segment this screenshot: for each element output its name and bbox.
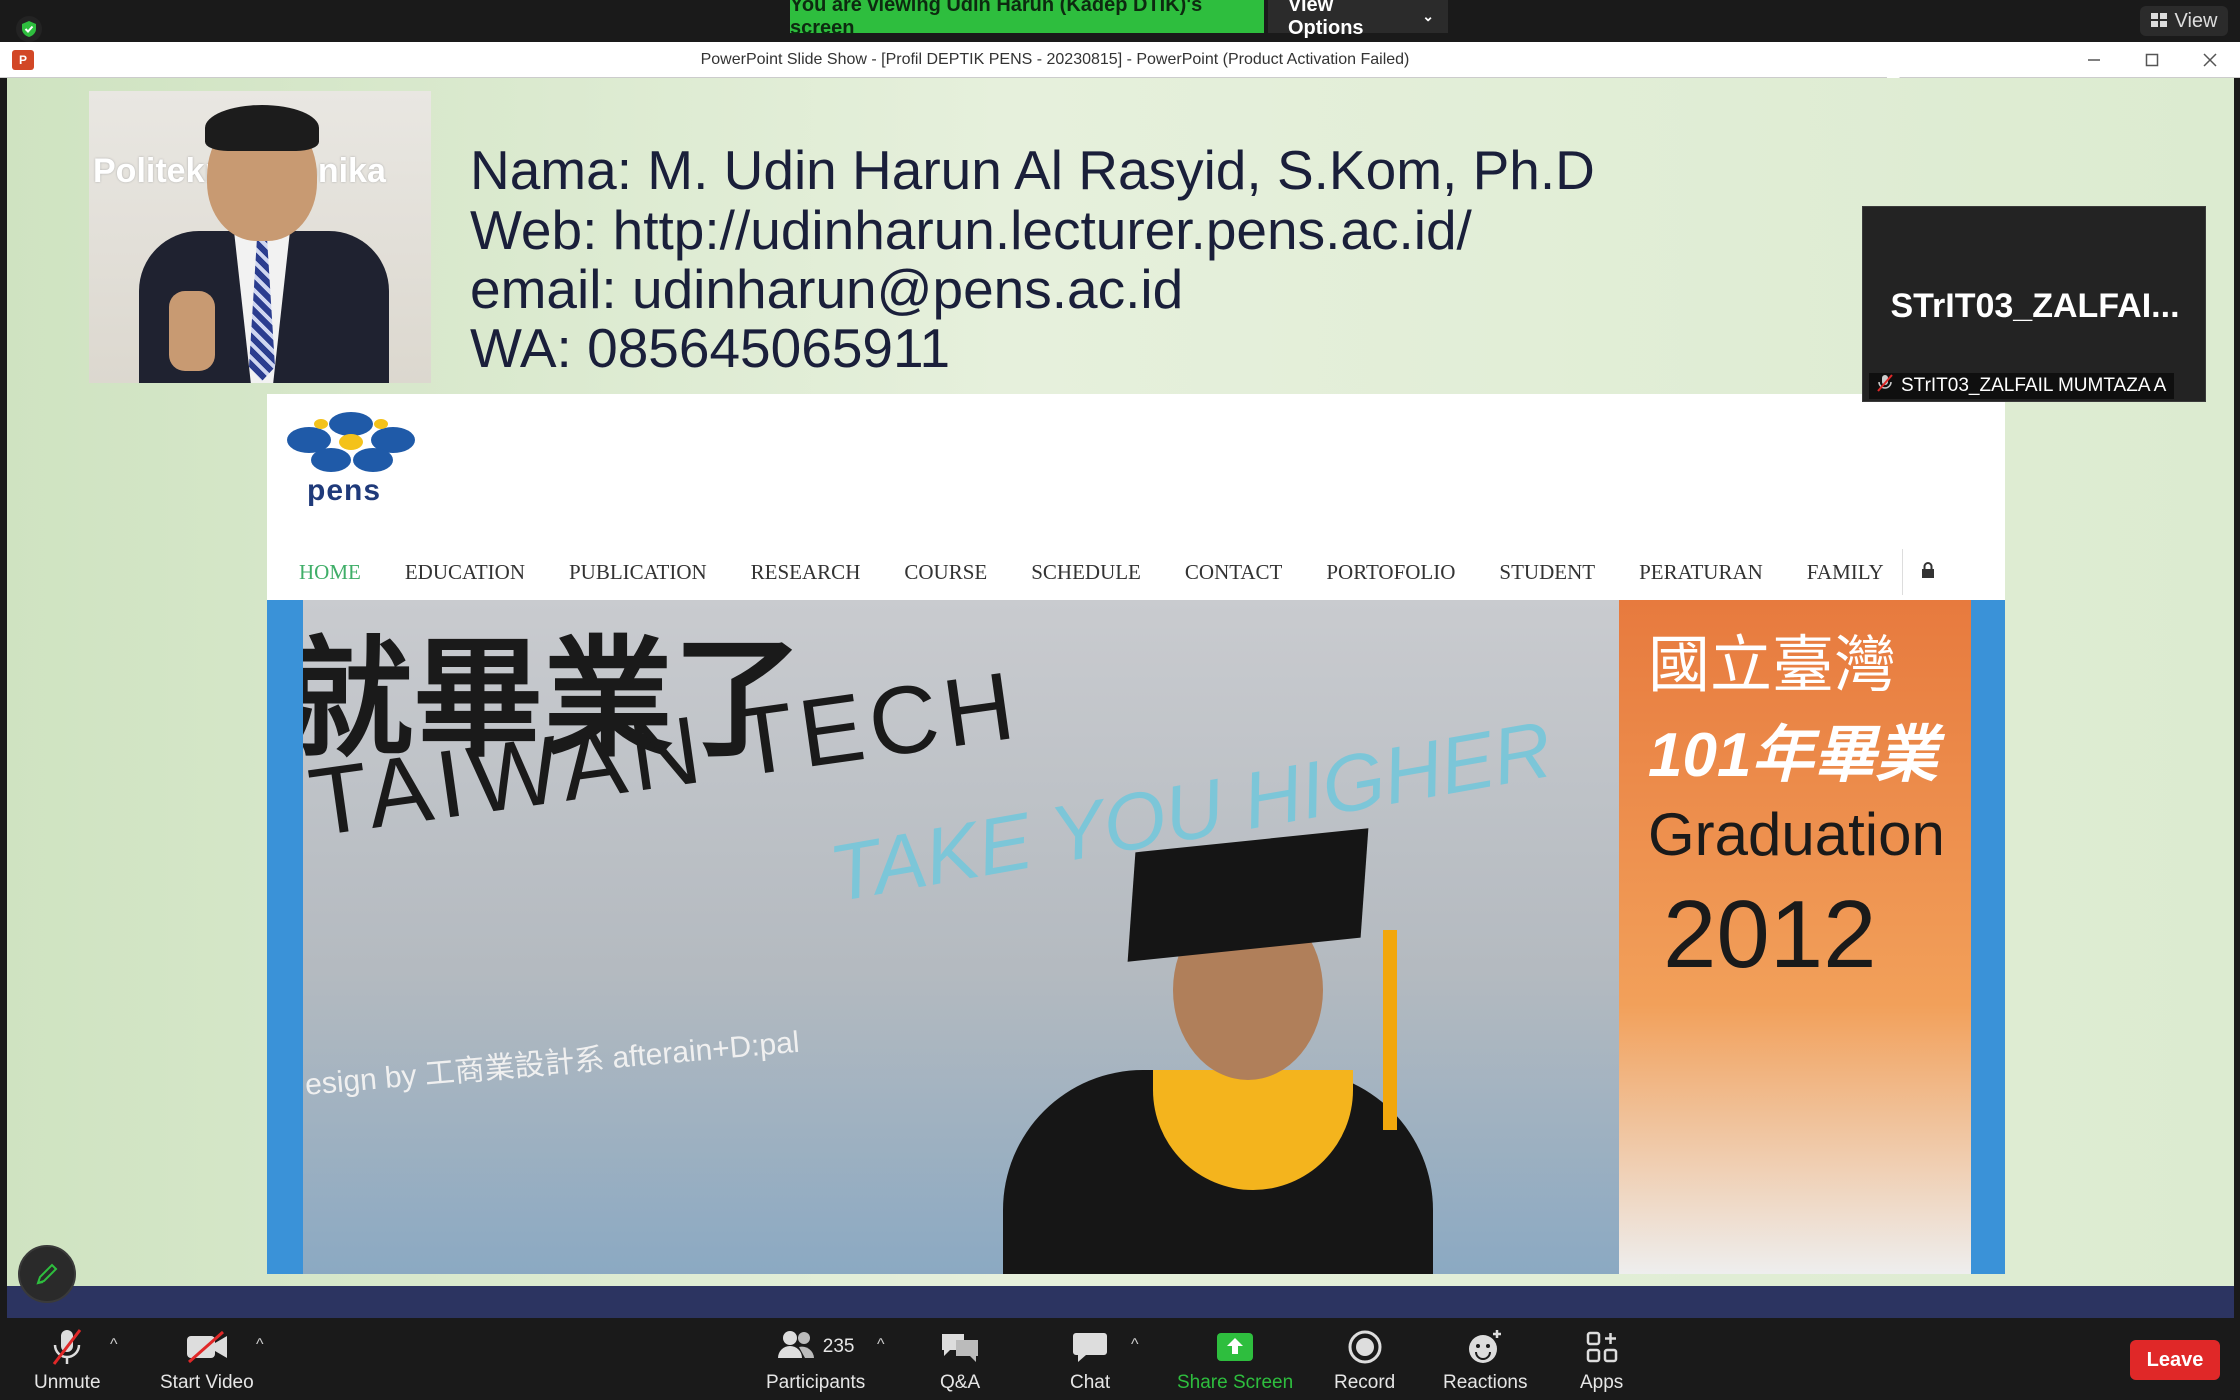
record-button[interactable]: Record xyxy=(1334,1328,1395,1394)
chevron-down-icon: ⌄ xyxy=(1422,8,1434,24)
security-shield-icon[interactable] xyxy=(16,16,42,42)
info-web: Web: http://udinharun.lecturer.pens.ac.i… xyxy=(470,199,1472,261)
hero-design-credit: esign by 工商業設計系 afterain+D:pal xyxy=(303,1025,801,1102)
participant-display-name: STrIT03_ZALFAI... xyxy=(1890,287,2180,325)
nav-education[interactable]: EDUCATION xyxy=(405,560,525,585)
microphone-muted-icon xyxy=(50,1328,84,1366)
muted-mic-icon xyxy=(1877,374,1893,398)
chat-caret-icon[interactable]: ^ xyxy=(1131,1336,1139,1354)
start-video-button[interactable]: Start Video xyxy=(160,1328,254,1394)
powerpoint-title-bar: P PowerPoint Slide Show - [Profil DEPTIK… xyxy=(0,42,2240,78)
nav-research[interactable]: RESEARCH xyxy=(751,560,861,585)
view-options-button[interactable]: View Options ⌄ xyxy=(1268,0,1448,39)
info-email: email: udinharun@pens.ac.id xyxy=(470,258,1184,320)
info-wa: WA: 085645065911 xyxy=(470,317,951,379)
photo-hair xyxy=(205,105,319,151)
nav-publication[interactable]: PUBLICATION xyxy=(569,560,707,585)
share-screen-button[interactable]: Share Screen xyxy=(1177,1328,1293,1394)
participants-caret-icon[interactable]: ^ xyxy=(877,1336,885,1354)
reactions-button[interactable]: Reactions xyxy=(1443,1328,1528,1394)
participants-count: 235 xyxy=(822,1336,855,1357)
nav-peraturan[interactable]: PERATURAN xyxy=(1639,560,1763,585)
photo-thumb xyxy=(169,291,215,371)
qa-icon xyxy=(940,1328,980,1366)
nav-course[interactable]: COURSE xyxy=(904,560,987,585)
restore-icon[interactable] xyxy=(2124,46,2180,74)
lock-icon[interactable] xyxy=(1921,561,1935,583)
chat-icon xyxy=(1072,1328,1108,1366)
share-screen-icon xyxy=(1216,1328,1254,1366)
graduate-tassel xyxy=(1383,930,1397,1130)
apps-label: Apps xyxy=(1580,1372,1624,1393)
view-options-label: View Options xyxy=(1288,0,1364,39)
participants-label: Participants xyxy=(766,1372,866,1393)
participant-video-tile[interactable]: STrIT03_ZALFAI... STrIT03_ZALFAIL MUMTAZ… xyxy=(1862,206,2206,402)
view-button-label: View xyxy=(2174,9,2218,32)
participants-button[interactable]: 235 Participants xyxy=(766,1328,865,1394)
pens-logo: pens xyxy=(281,406,421,508)
start-video-label: Start Video xyxy=(160,1372,254,1393)
zoom-top-bar: You are viewing Udin Harun (Kadep DTIK)'… xyxy=(0,0,2240,42)
zoom-window: You are viewing Udin Harun (Kadep DTIK)'… xyxy=(0,0,2240,1400)
website-screenshot: pens HOME EDUCATION PUBLICATION RESEARCH… xyxy=(267,394,2005,1274)
video-off-icon xyxy=(185,1328,229,1366)
nav-divider xyxy=(1901,549,1903,595)
banner-line-2: 101年畢業 xyxy=(1648,721,1938,790)
logo-text: pens xyxy=(307,474,382,507)
reactions-icon xyxy=(1467,1328,1503,1366)
slide-footer-strip xyxy=(7,1286,2234,1318)
annotate-pencil-icon[interactable] xyxy=(18,1245,76,1303)
grid-view-icon xyxy=(2150,10,2167,33)
nav-home[interactable]: HOME xyxy=(299,560,361,585)
website-nav: HOME EDUCATION PUBLICATION RESEARCH COUR… xyxy=(267,544,2005,600)
share-screen-label: Share Screen xyxy=(1177,1372,1294,1393)
banner-line-4: 2012 xyxy=(1663,881,1877,988)
chat-button[interactable]: Chat xyxy=(1070,1328,1110,1394)
window-title: PowerPoint Slide Show - [Profil DEPTIK P… xyxy=(700,51,1410,68)
nav-portofolio[interactable]: PORTOFOLIO xyxy=(1326,560,1455,585)
record-label: Record xyxy=(1334,1372,1396,1393)
nav-contact[interactable]: CONTACT xyxy=(1185,560,1282,585)
presenter-photo: Politekn ektronika xyxy=(89,91,431,383)
banner-line-3: Graduation xyxy=(1648,801,1945,868)
nav-student[interactable]: STUDENT xyxy=(1499,560,1595,585)
nav-schedule[interactable]: SCHEDULE xyxy=(1031,560,1141,585)
reactions-label: Reactions xyxy=(1443,1372,1528,1393)
hero-banner: 就畢業了 TAIWAN TECH TAKE YOU HIGHER esign b… xyxy=(267,600,2005,1274)
unmute-button[interactable]: Unmute xyxy=(34,1328,101,1394)
participant-label-text: STrIT03_ZALFAIL MUMTAZA A xyxy=(1901,375,2167,396)
graduation-photo: 就畢業了 TAIWAN TECH TAKE YOU HIGHER esign b… xyxy=(303,600,1971,1274)
nav-family[interactable]: FAMILY xyxy=(1807,560,1884,585)
qa-button[interactable]: Q&A xyxy=(940,1328,980,1394)
participant-name-label: STrIT03_ZALFAIL MUMTAZA A xyxy=(1869,373,2175,399)
qa-label: Q&A xyxy=(940,1372,981,1393)
zoom-toolbar: Unmute ^ Start Video ^ 235 Participants … xyxy=(0,1318,2240,1400)
banner-line-1: 國立臺灣 xyxy=(1648,628,1897,701)
info-name: Nama: M. Udin Harun Al Rasyid, S.Kom, Ph… xyxy=(470,139,1595,201)
participants-icon-row: 235 xyxy=(777,1328,855,1366)
video-options-caret-icon[interactable]: ^ xyxy=(256,1336,264,1354)
record-icon xyxy=(1348,1328,1382,1366)
close-icon[interactable] xyxy=(2182,46,2238,74)
participants-icon xyxy=(777,1329,815,1365)
minimize-icon[interactable] xyxy=(2066,46,2122,74)
viewing-screen-banner: You are viewing Udin Harun (Kadep DTIK)'… xyxy=(790,0,1264,39)
audio-options-caret-icon[interactable]: ^ xyxy=(110,1336,118,1354)
apps-button[interactable]: Apps xyxy=(1580,1328,1623,1394)
leave-button[interactable]: Leave xyxy=(2130,1340,2220,1380)
view-button[interactable]: View xyxy=(2140,6,2228,36)
chat-label: Chat xyxy=(1070,1372,1111,1393)
apps-icon xyxy=(1586,1328,1618,1366)
unmute-label: Unmute xyxy=(34,1372,101,1393)
